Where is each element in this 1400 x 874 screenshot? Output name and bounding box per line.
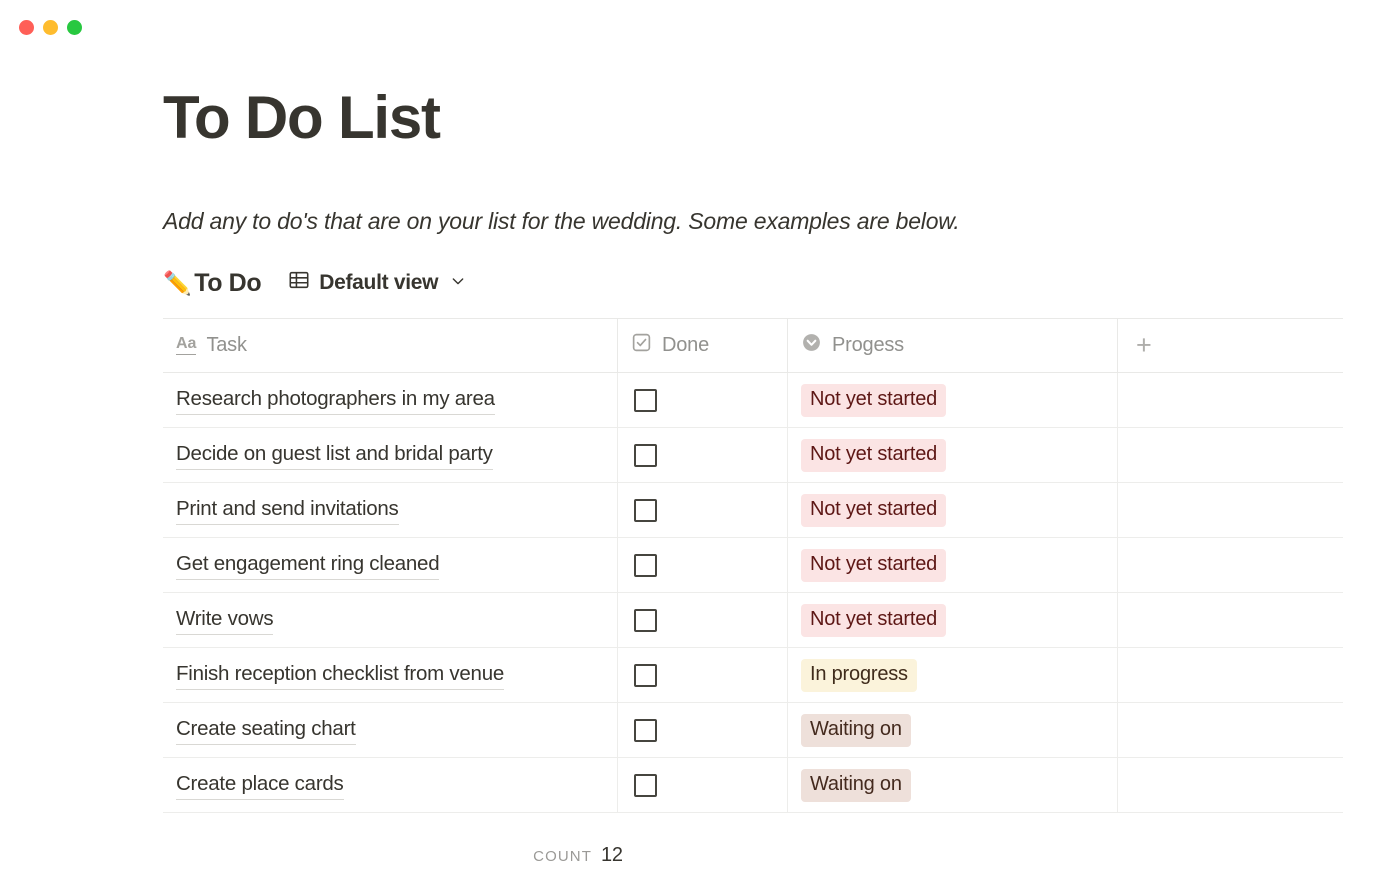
table-row[interactable]: Get engagement ring cleaned Not yet start… bbox=[163, 538, 1343, 594]
task-title: Write vows bbox=[176, 605, 274, 636]
cell-task[interactable]: Print and send invitations bbox=[163, 483, 618, 538]
cell-empty[interactable] bbox=[1118, 428, 1343, 482]
window-titlebar bbox=[0, 0, 1400, 54]
cell-progress[interactable]: Not yet started bbox=[788, 483, 1118, 538]
page-scroll-area: To Do List Add any to do's that are on y… bbox=[0, 54, 1400, 836]
cell-done[interactable] bbox=[618, 703, 788, 758]
column-header-task-label: Task bbox=[206, 334, 247, 357]
checkbox-icon bbox=[631, 332, 652, 359]
table-row[interactable]: Create seating chart Waiting on bbox=[163, 703, 1343, 759]
task-title: Research photographers in my area bbox=[176, 385, 495, 416]
cell-progress[interactable]: Waiting on bbox=[788, 758, 1118, 813]
table-row[interactable]: Decide on guest list and bridal party Not… bbox=[163, 428, 1343, 484]
database-header: ✏️ To Do Default view bbox=[163, 266, 1343, 300]
column-header-done-label: Done bbox=[662, 334, 710, 357]
plus-icon: + bbox=[1136, 330, 1152, 361]
done-checkbox[interactable] bbox=[634, 553, 657, 577]
done-checkbox[interactable] bbox=[634, 608, 657, 632]
table-row[interactable]: Finish reception checklist from venue In … bbox=[163, 648, 1343, 704]
todo-table: Aa Task Done Progess + Research photogra… bbox=[163, 318, 1343, 814]
column-header-progress-label: Progess bbox=[832, 334, 904, 357]
cell-progress[interactable]: In progress bbox=[788, 648, 1118, 703]
cell-empty[interactable] bbox=[1118, 373, 1343, 427]
status-badge: Not yet started bbox=[801, 603, 947, 637]
page-title: To Do List bbox=[163, 84, 441, 151]
count-value[interactable]: 12 bbox=[601, 844, 623, 867]
cell-task[interactable]: Decide on guest list and bridal party bbox=[163, 428, 618, 483]
status-badge: Waiting on bbox=[801, 713, 911, 747]
table-header-row: Aa Task Done Progess + bbox=[163, 319, 1343, 374]
cell-empty[interactable] bbox=[1118, 648, 1343, 702]
cell-task[interactable]: Finish reception checklist from venue bbox=[163, 648, 618, 703]
task-title: Create seating chart bbox=[176, 715, 356, 746]
cell-done[interactable] bbox=[618, 648, 788, 703]
page-subtitle: Add any to do's that are on your list fo… bbox=[163, 208, 960, 234]
status-badge: Waiting on bbox=[801, 768, 911, 802]
add-column-button[interactable]: + bbox=[1118, 319, 1343, 372]
status-badge: In progress bbox=[801, 658, 917, 692]
cell-empty[interactable] bbox=[1118, 538, 1343, 592]
window-close-button[interactable] bbox=[19, 19, 34, 35]
task-title: Decide on guest list and bridal party bbox=[176, 440, 493, 471]
cell-done[interactable] bbox=[618, 593, 788, 648]
table-row[interactable]: Print and send invitations Not yet starte… bbox=[163, 483, 1343, 539]
done-checkbox[interactable] bbox=[634, 663, 657, 687]
task-title: Finish reception checklist from venue bbox=[176, 660, 504, 691]
chevron-down-icon bbox=[450, 271, 466, 295]
window-minimize-button[interactable] bbox=[43, 19, 58, 35]
status-badge: Not yet started bbox=[801, 438, 947, 472]
cell-done[interactable] bbox=[618, 483, 788, 538]
cell-empty[interactable] bbox=[1118, 483, 1343, 537]
cell-done[interactable] bbox=[618, 373, 788, 428]
task-title: Get engagement ring cleaned bbox=[176, 550, 440, 581]
column-header-task[interactable]: Aa Task bbox=[163, 319, 618, 373]
view-label: Default view bbox=[319, 271, 439, 295]
database-title-label: To Do bbox=[194, 268, 262, 297]
table-row[interactable]: Research photographers in my area Not yet… bbox=[163, 373, 1343, 429]
cell-progress[interactable]: Not yet started bbox=[788, 373, 1118, 428]
cell-task[interactable]: Create seating chart bbox=[163, 703, 618, 758]
status-badge: Not yet started bbox=[801, 548, 947, 582]
view-selector[interactable]: Default view bbox=[288, 269, 466, 297]
cell-empty[interactable] bbox=[1118, 703, 1343, 757]
task-title: Create place cards bbox=[176, 770, 344, 801]
count-label: COUNT bbox=[533, 847, 592, 865]
column-header-progress[interactable]: Progess bbox=[788, 319, 1118, 373]
cell-task[interactable]: Write vows bbox=[163, 593, 618, 648]
page-content: To Do List Add any to do's that are on y… bbox=[0, 54, 1400, 874]
select-circle-icon bbox=[801, 332, 822, 359]
cell-empty[interactable] bbox=[1118, 758, 1343, 812]
table-footer: COUNT 12 bbox=[0, 836, 1400, 874]
cell-progress[interactable]: Not yet started bbox=[788, 538, 1118, 593]
cell-progress[interactable]: Waiting on bbox=[788, 703, 1118, 758]
database-title[interactable]: ✏️ To Do bbox=[163, 268, 262, 298]
pencil-icon: ✏️ bbox=[163, 269, 192, 296]
table-body: Research photographers in my area Not yet… bbox=[163, 373, 1343, 814]
window-maximize-button[interactable] bbox=[67, 19, 82, 35]
done-checkbox[interactable] bbox=[634, 498, 657, 522]
cell-done[interactable] bbox=[618, 538, 788, 593]
status-badge: Not yet started bbox=[801, 493, 947, 527]
done-checkbox[interactable] bbox=[634, 773, 657, 797]
status-badge: Not yet started bbox=[801, 383, 947, 417]
cell-done[interactable] bbox=[618, 758, 788, 813]
cell-progress[interactable]: Not yet started bbox=[788, 593, 1118, 648]
table-row[interactable]: Write vows Not yet started bbox=[163, 593, 1343, 649]
cell-empty[interactable] bbox=[1118, 593, 1343, 647]
task-title: Print and send invitations bbox=[176, 495, 399, 526]
table-icon bbox=[288, 269, 310, 297]
text-aa-icon: Aa bbox=[176, 335, 197, 356]
done-checkbox[interactable] bbox=[634, 443, 657, 467]
done-checkbox[interactable] bbox=[634, 388, 657, 412]
cell-task[interactable]: Research photographers in my area bbox=[163, 373, 618, 428]
column-header-done[interactable]: Done bbox=[618, 319, 788, 373]
cell-task[interactable]: Get engagement ring cleaned bbox=[163, 538, 618, 593]
cell-task[interactable]: Create place cards bbox=[163, 758, 618, 813]
table-row[interactable]: Create place cards Waiting on bbox=[163, 758, 1343, 814]
cell-done[interactable] bbox=[618, 428, 788, 483]
done-checkbox[interactable] bbox=[634, 718, 657, 742]
cell-progress[interactable]: Not yet started bbox=[788, 428, 1118, 483]
